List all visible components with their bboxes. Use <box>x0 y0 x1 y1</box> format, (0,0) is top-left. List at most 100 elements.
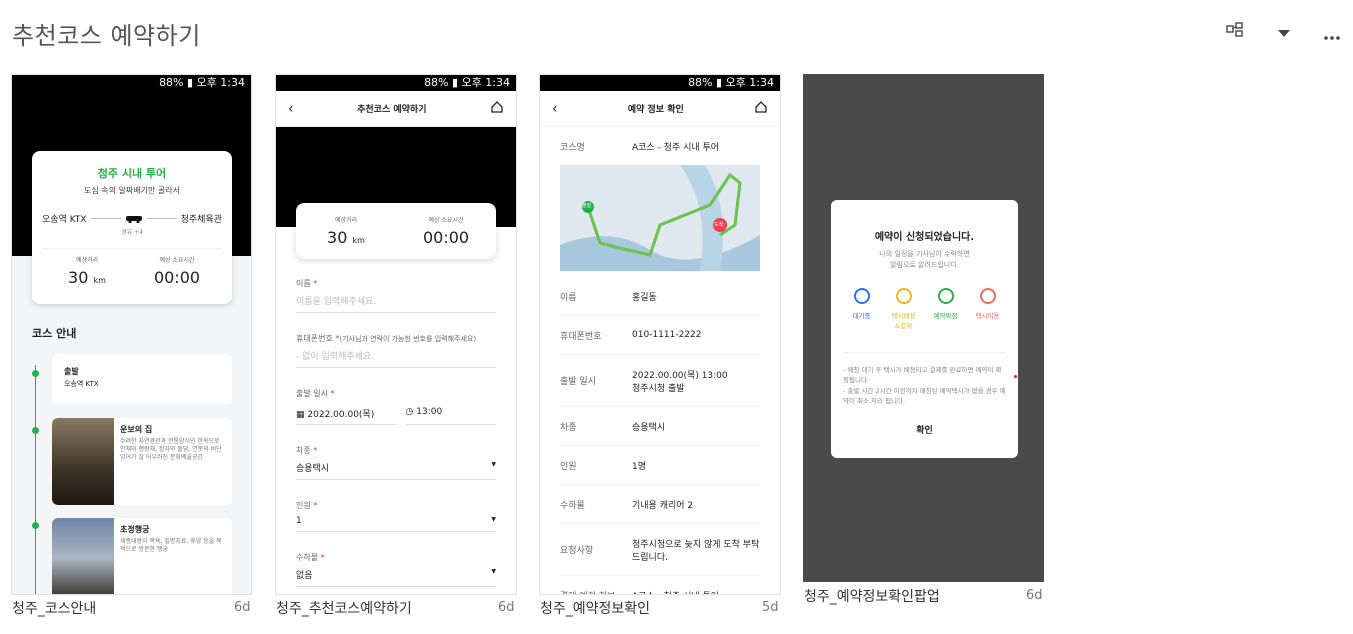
stop-photo <box>52 518 114 594</box>
stop-name: 출발 <box>64 367 79 376</box>
course-value: A코스 - 청주 시내 투어 <box>632 142 720 153</box>
info-value: A코스 - 청주 시내 투어 <box>632 589 760 595</box>
info-row: 요청사항 청주시청으로 늦지 않게 도착 부탁드립니다. <box>560 524 760 576</box>
name-input[interactable]: 이름을 입력해주세요. <box>296 289 496 313</box>
distance-unit: km <box>352 236 365 245</box>
info-key: 인원 <box>560 461 577 472</box>
back-icon[interactable]: ‹ <box>552 101 558 117</box>
info-value: 2022.00.00(목) 13:00 청주시청 출발 <box>632 370 728 394</box>
popup-desc: 나의 일정을 기사님이 수락하면 알림으로 알려드립니다. <box>879 250 970 269</box>
info-key: 출발 일시 <box>560 377 596 387</box>
info-key: 결제 예정 정보 <box>560 589 632 595</box>
popup-title: 예약이 신청되었습니다. <box>874 232 975 243</box>
info-key: 휴대폰번호 <box>560 331 602 342</box>
info-row: 인원 1명 <box>560 446 760 485</box>
distance-label: 예상거리 <box>75 257 99 264</box>
confirm-popup: 예약이 신청되었습니다. 나의 일정을 기사님이 수락하면 알림으로 알려드립니… <box>831 200 1018 458</box>
date-value: 2022.00.00(목) <box>307 410 375 420</box>
car-select[interactable]: 승용택시 ▼ <box>296 456 496 480</box>
confirm-button[interactable]: 확인 <box>831 423 1018 436</box>
stop-desc: 오송역 KTX <box>64 380 99 388</box>
stop-card-start[interactable]: 출발 오송역 KTX <box>52 354 232 404</box>
phone-label: 휴대폰번호 <box>296 334 333 343</box>
card-caption[interactable]: 청주_예약정보확인 <box>540 598 650 618</box>
chevron-down-icon: ▼ <box>491 568 496 575</box>
baggage-label: 수하물 <box>296 553 319 562</box>
stop-card-unbo[interactable]: 운보의 집 수려한 자연경관과 전통양식인 한옥으로 안채와 행랑채, 정자와 … <box>52 418 232 505</box>
date-picker[interactable]: ▦ 2022.00.00(목) <box>296 403 396 425</box>
taxi-icon <box>120 213 147 226</box>
progress-step: 택시이용 <box>967 288 1009 330</box>
progress-step: 예약확정 <box>925 288 967 330</box>
stop-desc: 수려한 자연경관과 전통양식인 한옥으로 안채와 행랑채, 정자와 돌담, 연못… <box>120 438 222 462</box>
clock-icon: ◷ <box>405 407 414 417</box>
card-age: 6d <box>234 600 251 615</box>
step-label: 택시배정 &결제 <box>891 312 916 330</box>
stop-card-chojeong[interactable]: 초정행궁 세종대왕이 목욕, 질병치료, 휴양 등을 목적으로 방문한 행궁 <box>52 518 232 594</box>
time-picker[interactable]: ◷ 13:00 <box>405 403 496 425</box>
course-title: 청주 시내 투어 <box>97 167 167 180</box>
info-value: 청주시청으로 늦지 않게 도착 부탁드립니다. <box>632 539 760 563</box>
screen-thumbnail-popup[interactable]: 예약이 신청되었습니다. 나의 일정을 기사님이 수락하면 알림으로 알려드립니… <box>803 74 1044 582</box>
guide-title: 코스 안내 <box>32 327 77 340</box>
card-caption[interactable]: 청주_추천코스예약하기 <box>276 598 412 618</box>
info-row: 수하물 기내용 캐리어 2 <box>560 485 760 524</box>
chevron-down-icon: ▼ <box>491 516 496 523</box>
estimate-card: 예상거리 30 km 예상 소요시간 00:00 <box>296 203 496 259</box>
calendar-icon: ▦ <box>296 410 305 420</box>
card-caption[interactable]: 청주_예약정보확인팝업 <box>804 586 940 606</box>
home-icon[interactable] <box>754 99 768 118</box>
timeline-dot <box>32 370 39 377</box>
node-view-icon[interactable] <box>1226 22 1244 42</box>
people-select[interactable]: 1 ▼ <box>296 511 496 532</box>
info-key: 요청사항 <box>560 546 594 556</box>
duration-value: 00:00 <box>153 268 201 287</box>
status-bar: 88% ▮ 오후 1:34 <box>276 75 516 91</box>
course-subtitle: 도심 속의 알짜배기만 골라서 <box>84 186 180 195</box>
home-icon[interactable] <box>490 99 504 118</box>
distance-unit: km <box>93 276 106 285</box>
card-age: 6d <box>1026 588 1043 603</box>
stop-desc: 세종대왕이 목욕, 질병치료, 휴양 등을 목적으로 방문한 행궁 <box>120 538 222 554</box>
step-icon <box>979 288 996 304</box>
info-value: 승용택시 <box>632 422 666 433</box>
people-label: 인원 <box>296 501 311 510</box>
course-label: 코스명 <box>560 142 585 153</box>
route-to: 청주체육관 <box>180 215 222 225</box>
status-bar: 88% ▮ 오후 1:34 <box>12 75 251 91</box>
timeline-dot <box>32 427 39 434</box>
map-end-marker: 도착 <box>714 222 724 228</box>
dropdown-caret-icon[interactable] <box>1277 24 1291 43</box>
screen-thumbnail-confirm[interactable]: 88% ▮ 오후 1:34 ‹ 예약 정보 확인 코스명 A코스 - 청주 시내 … <box>539 74 781 595</box>
stop-name: 초정행궁 <box>120 525 150 534</box>
route-map[interactable]: 출발 도착 <box>560 165 760 271</box>
back-icon[interactable]: ‹ <box>288 101 294 117</box>
info-value: 010-1111-2222 <box>632 330 702 340</box>
more-dots-icon[interactable] <box>1323 26 1341 45</box>
info-row: 차종 승용택시 <box>560 407 760 446</box>
popup-notes: - 매칭 대기 후 택시가 배정되고 결제를 완료하면 예약이 확정됩니다. -… <box>843 352 1006 407</box>
step-icon <box>895 288 912 304</box>
route-from: 오송역 KTX <box>42 215 87 225</box>
info-value: 홍길동 <box>632 292 657 303</box>
step-icon <box>937 288 954 304</box>
name-label: 이름 <box>296 279 311 288</box>
card-age: 5d <box>762 600 779 615</box>
phone-input[interactable]: - 없이 입력해주세요. <box>296 344 496 368</box>
duration-value: 00:00 <box>422 228 470 247</box>
progress-step: 대기중 <box>841 288 883 330</box>
baggage-select[interactable]: 없음 ▼ <box>296 563 496 587</box>
progress-step: 택시배정 &결제 <box>883 288 925 330</box>
nav-title: 예약 정보 확인 <box>627 105 684 115</box>
screen-thumbnail-reserve[interactable]: 88% ▮ 오후 1:34 ‹ 추천코스 예약하기 예상거리 30 km 예상 소… <box>275 74 517 595</box>
duration-label: 예상 소요시간 <box>428 217 464 224</box>
course-summary-card: 청주 시내 투어 도심 속의 알짜배기만 골라서 오송역 KTX 청주체육관 경… <box>32 151 232 304</box>
info-row: 결제 예정 정보A코스 - 청주 시내 투어 <box>560 576 760 595</box>
chevron-down-icon: ▼ <box>491 461 496 468</box>
baggage-value: 없음 <box>296 571 313 581</box>
card-caption[interactable]: 청주_코스안내 <box>12 598 96 618</box>
distance-value: 30 <box>327 228 348 247</box>
info-key: 이름 <box>560 292 577 303</box>
screen-thumbnail-course-guide[interactable]: 88% ▮ 오후 1:34 청주 시내 투어 도심 속의 알짜배기만 골라서 오… <box>11 74 252 595</box>
car-value: 승용택시 <box>296 464 330 474</box>
